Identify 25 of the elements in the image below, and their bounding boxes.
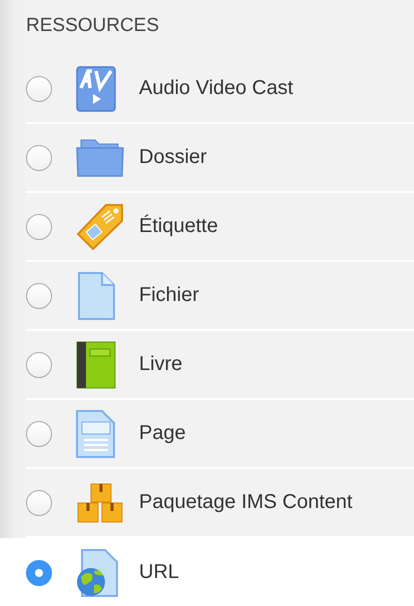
folder-icon [76,138,124,178]
tag-icon [76,202,124,250]
radio-button[interactable] [26,144,52,170]
boxes-icon [76,482,124,524]
resource-label[interactable]: Livre [139,353,182,376]
video-icon [76,66,116,112]
radio-button[interactable] [26,560,52,586]
web-page-icon [76,548,120,596]
page-icon [76,410,116,458]
radio-button[interactable] [26,214,52,240]
section-heading: RESSOURCES [26,15,160,36]
radio-button[interactable] [26,490,52,516]
radio-button[interactable] [26,76,52,102]
radio-button[interactable] [26,420,52,446]
radio-button[interactable] [26,352,52,378]
resource-label[interactable]: Page [139,422,186,445]
resource-label[interactable]: Paquetage IMS Content [139,491,352,514]
radio-button[interactable] [26,282,52,308]
resource-label[interactable]: Étiquette [139,215,218,238]
resource-label[interactable]: Fichier [139,284,200,307]
resource-label[interactable]: Dossier [139,146,207,169]
resource-label[interactable]: Audio Video Cast [139,77,294,100]
file-icon [76,272,116,320]
book-icon [76,340,116,388]
resource-label[interactable]: URL [139,561,180,584]
